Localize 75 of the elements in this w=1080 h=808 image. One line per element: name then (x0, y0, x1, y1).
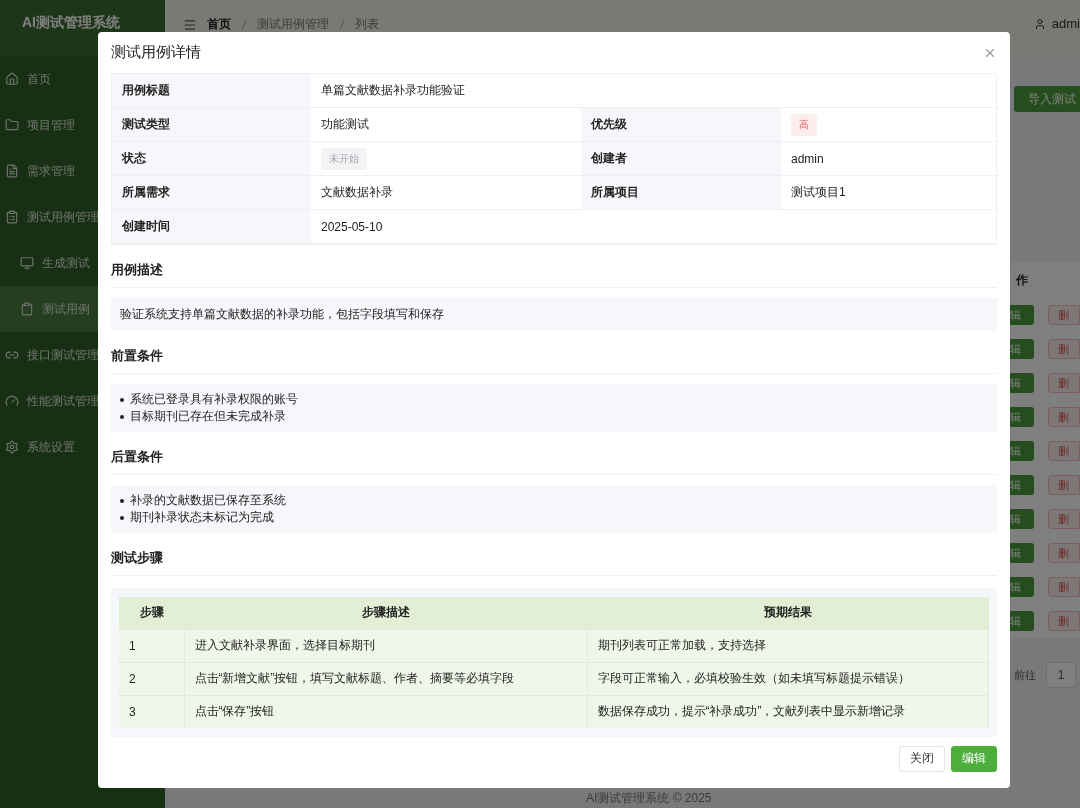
table-cell: 数据保存成功，提示“补录成功”，文献列表中显示新增记录 (587, 695, 989, 729)
detail-label: 创建时间 (112, 210, 311, 245)
detail-value: 2025-05-10 (321, 219, 383, 234)
column-header: 预期结果 (587, 597, 989, 630)
gauge-icon (5, 394, 19, 408)
bullet-icon (120, 397, 124, 402)
section-heading: 用例描述 (111, 245, 997, 289)
description-text: 验证系统支持单篇文献数据的补录功能，包括字段填写和保存 (111, 298, 997, 332)
table-cell: 3 (119, 695, 184, 729)
condition-text: 目标期刊已存在但未完成补录 (130, 409, 286, 425)
user-name[interactable]: admi (1051, 16, 1080, 31)
breadcrumb-item[interactable]: 列表 (355, 16, 379, 33)
delete-button[interactable]: 删 (1048, 577, 1080, 597)
table-cell: 字段可正常输入，必填校验生效（如未填写标题提示错误） (587, 662, 989, 696)
detail-label: 优先级 (581, 108, 781, 143)
table-cell: 点击“保存”按钮 (184, 695, 587, 729)
delete-button[interactable]: 删 (1048, 305, 1080, 325)
list-icon (5, 210, 19, 224)
bullet-icon (120, 414, 124, 419)
detail-label: 所属需求 (112, 176, 311, 211)
column-header: 步骤 (119, 597, 184, 630)
delete-button[interactable]: 删 (1048, 543, 1080, 563)
delete-button[interactable]: 删 (1048, 373, 1080, 393)
table-cell: 2 (119, 662, 184, 696)
slash-icon (241, 19, 247, 30)
import-button[interactable]: 导入测试 (1014, 86, 1080, 112)
monitor-icon (20, 256, 34, 270)
condition-text: 期刊补录状态未标记为完成 (130, 510, 274, 526)
status-tag: 未开始 (321, 147, 367, 170)
user-icon (1033, 17, 1046, 30)
document-icon (5, 164, 19, 178)
section-heading: 前置条件 (111, 331, 997, 375)
clipboard-icon (20, 302, 34, 316)
detail-value: 测试项目1 (791, 184, 846, 202)
detail-label: 用例标题 (112, 74, 311, 109)
breadcrumb-item[interactable]: 首页 (207, 16, 231, 33)
settings-icon (5, 440, 19, 454)
page-input[interactable]: 1 (1046, 662, 1076, 688)
breadcrumb-item[interactable]: 测试用例管理 (257, 16, 329, 33)
section-heading: 后置条件 (111, 432, 997, 476)
bullet-icon (120, 498, 124, 503)
detail-value: admin (791, 151, 824, 166)
column-header: 作 (1016, 271, 1029, 289)
table-cell: 1 (119, 629, 184, 663)
delete-button[interactable]: 删 (1048, 475, 1080, 495)
section-heading: 测试步骤 (111, 533, 997, 577)
goto-label: 前往 (1014, 667, 1036, 683)
delete-button[interactable]: 删 (1048, 611, 1080, 631)
delete-button[interactable]: 删 (1048, 407, 1080, 427)
delete-button[interactable]: 删 (1048, 339, 1080, 359)
detail-label: 创建者 (581, 142, 781, 177)
dialog-button[interactable]: 关闭 (899, 745, 945, 772)
status-tag: 高 (791, 113, 817, 136)
detail-label: 所属项目 (581, 176, 781, 211)
detail-value: 功能测试 (321, 116, 369, 134)
detail-value: 文献数据补录 (321, 184, 393, 202)
condition-text: 系统已登录具有补录权限的账号 (130, 392, 298, 408)
column-header: 步骤描述 (184, 597, 587, 630)
footer-text: AI测试管理系统 © 2025 (586, 791, 712, 805)
bullet-icon (120, 515, 124, 520)
folder-icon (5, 118, 19, 132)
condition-text: 补录的文献数据已保存至系统 (130, 493, 286, 509)
delete-button[interactable]: 删 (1048, 509, 1080, 529)
slash-icon (339, 19, 345, 30)
delete-button[interactable]: 删 (1048, 441, 1080, 461)
table-cell: 点击“新增文献”按钮，填写文献标题、作者、摘要等必填字段 (184, 662, 587, 696)
detail-label: 状态 (112, 142, 311, 177)
dialog-button[interactable]: 编辑 (951, 745, 997, 772)
home-icon (5, 72, 19, 86)
table-cell: 进入文献补录界面，选择目标期刊 (184, 629, 587, 663)
table-cell: 期刊列表可正常加载，支持选择 (587, 629, 989, 663)
link-icon (5, 348, 19, 362)
menu-icon[interactable] (183, 17, 197, 32)
detail-label: 测试类型 (112, 108, 311, 143)
detail-value: 单篇文献数据补录功能验证 (321, 82, 465, 100)
